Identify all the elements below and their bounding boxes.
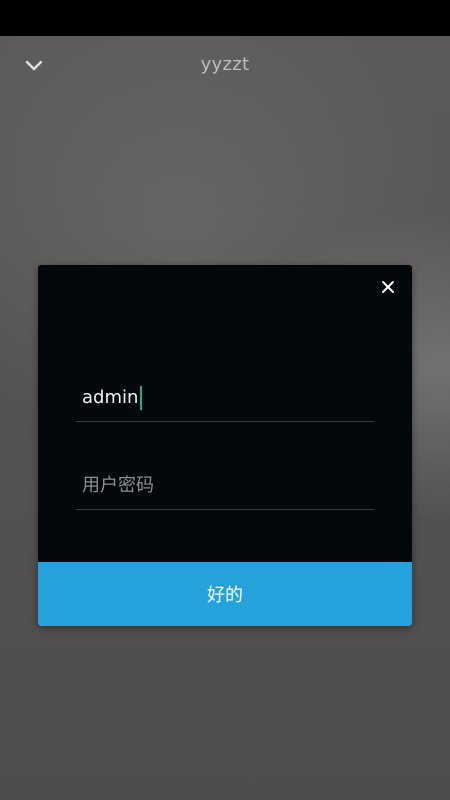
close-icon — [382, 281, 394, 293]
top-app-bar: yyzzt — [0, 36, 450, 96]
password-placeholder: 用户密码 — [82, 475, 154, 496]
password-field[interactable]: 用户密码 — [76, 463, 374, 510]
username-field[interactable]: admin — [76, 375, 374, 422]
username-value: admin — [82, 387, 139, 408]
page-title: yyzzt — [200, 54, 250, 75]
status-bar — [0, 0, 450, 36]
close-button[interactable] — [376, 275, 400, 299]
login-dialog: admin 用户密码 好的 — [38, 265, 412, 626]
text-cursor — [140, 386, 143, 410]
confirm-button[interactable]: 好的 — [38, 562, 412, 626]
